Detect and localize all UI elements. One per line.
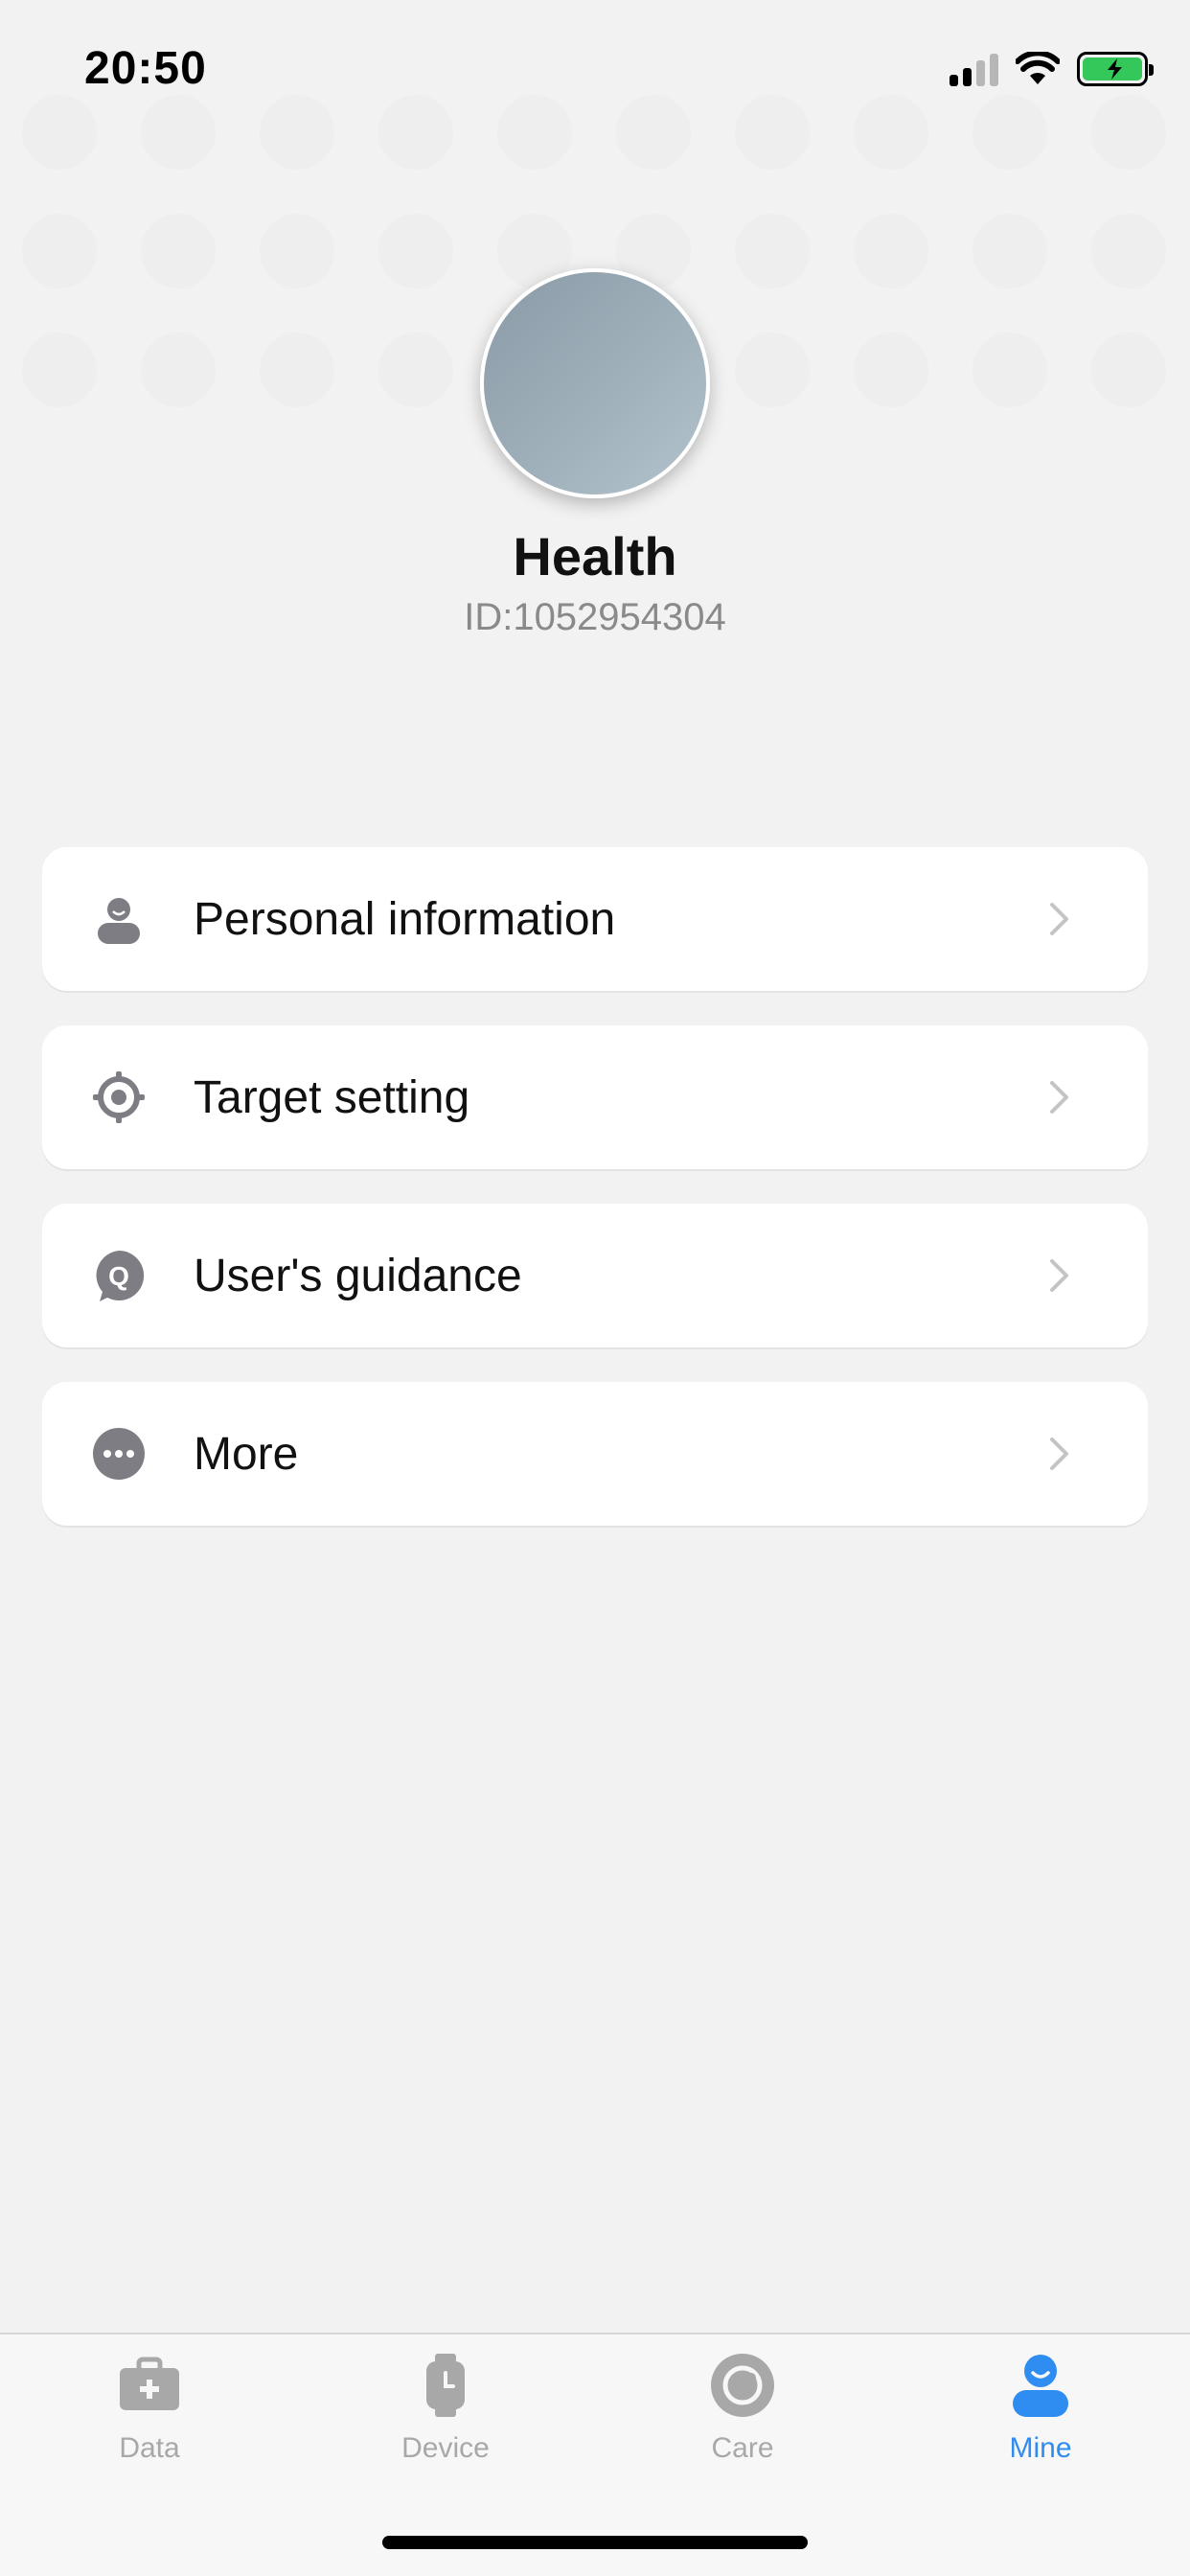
- wifi-icon: [1016, 52, 1060, 84]
- status-icons: [950, 52, 1154, 86]
- chevron-right-icon: [1050, 1438, 1068, 1470]
- tab-label: Care: [711, 2432, 774, 2464]
- target-icon: [93, 1071, 145, 1123]
- person-icon: [98, 898, 140, 944]
- tab-label: Device: [401, 2432, 490, 2464]
- menu-item-label: More: [194, 1428, 299, 1480]
- tab-device[interactable]: Device: [350, 2352, 541, 2465]
- menu-item-more[interactable]: More: [42, 1382, 1148, 1526]
- care-icon: [711, 2354, 774, 2417]
- tab-label: Mine: [1009, 2432, 1072, 2464]
- menu-item-label: User's guidance: [194, 1250, 522, 1301]
- profile-id: ID:1052954304: [464, 596, 726, 638]
- menu-item-label: Personal information: [194, 893, 616, 945]
- more-icon: [93, 1428, 145, 1480]
- status-time: 20:50: [84, 43, 207, 94]
- chevron-right-icon: [1050, 903, 1068, 935]
- menu-item-label: Target setting: [194, 1071, 470, 1123]
- user-icon: [1013, 2355, 1068, 2417]
- mine-screen: 20:50 Health ID:1052954304 Personal info…: [0, 0, 1190, 2576]
- tab-mine[interactable]: Mine: [945, 2352, 1136, 2465]
- settings-menu: Personal information Target setting Q Us…: [42, 847, 1148, 1560]
- menu-item-personal-information[interactable]: Personal information: [42, 847, 1148, 991]
- tab-care[interactable]: Care: [647, 2352, 838, 2465]
- tab-data[interactable]: Data: [54, 2352, 245, 2465]
- watch-icon: [426, 2354, 465, 2417]
- menu-item-users-guidance[interactable]: Q User's guidance: [42, 1204, 1148, 1347]
- chevron-right-icon: [1050, 1259, 1068, 1292]
- menu-item-target-setting[interactable]: Target setting: [42, 1025, 1148, 1169]
- medical-kit-icon: [120, 2357, 179, 2410]
- profile-name: Health: [513, 526, 677, 586]
- chevron-right-icon: [1050, 1081, 1068, 1114]
- cellular-signal-icon: [950, 54, 998, 86]
- home-indicator[interactable]: [382, 2536, 808, 2549]
- tab-label: Data: [119, 2432, 180, 2464]
- avatar[interactable]: [480, 268, 710, 498]
- battery-icon: [1077, 52, 1154, 86]
- guidance-icon: Q: [96, 1250, 145, 1301]
- svg-text:Q: Q: [108, 1261, 129, 1291]
